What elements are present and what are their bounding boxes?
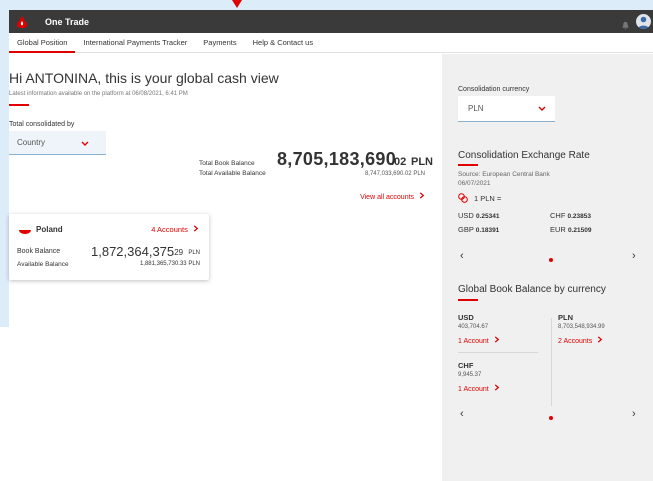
currency-usd-accounts-label: 1 Account bbox=[458, 338, 489, 345]
exchange-rate-base: 1 PLN = bbox=[474, 194, 502, 203]
nav-payments[interactable]: Payments bbox=[195, 33, 244, 52]
currency-chf-accounts-label: 1 Account bbox=[458, 386, 489, 393]
nav-global-position[interactable]: Global Position bbox=[9, 33, 76, 53]
main-nav: Global Position International Payments T… bbox=[9, 33, 653, 53]
rates-next-arrow-icon[interactable]: › bbox=[632, 250, 636, 262]
rate-usd: USD 0.25341 bbox=[458, 211, 499, 220]
chevron-right-icon bbox=[419, 192, 425, 199]
consolidation-currency-select[interactable]: PLN bbox=[458, 96, 555, 122]
title-accent-bar bbox=[9, 104, 29, 106]
card-available-balance-label: Available Balance bbox=[17, 261, 69, 268]
rates-pager-dot[interactable] bbox=[549, 258, 553, 262]
exchange-rate-source: Source: European Central Bank bbox=[458, 171, 550, 178]
chevron-down-icon bbox=[538, 106, 546, 111]
rate-chf: CHF 0.23853 bbox=[550, 211, 591, 220]
nav-help-contact[interactable]: Help & Contact us bbox=[245, 33, 321, 52]
card-accounts-label: 4 Accounts bbox=[151, 225, 188, 234]
currencies-next-arrow-icon[interactable]: › bbox=[632, 408, 636, 420]
country-card-poland[interactable]: Poland 4 Accounts Book Balance 1,872,364… bbox=[9, 214, 209, 280]
rate-chf-code: CHF bbox=[550, 211, 566, 220]
chevron-right-icon bbox=[598, 336, 603, 343]
currency-usd-accounts-link[interactable]: 1 Account bbox=[458, 336, 500, 345]
currency-pln-accounts-label: 2 Accounts bbox=[558, 338, 593, 345]
view-all-accounts-link[interactable]: View all accounts bbox=[360, 192, 425, 201]
total-book-balance-decimal: .02 bbox=[391, 156, 407, 168]
window-frame-top bbox=[0, 0, 653, 10]
card-country-name: Poland bbox=[36, 225, 63, 234]
main-content: Hi ANTONINA, this is your global cash vi… bbox=[9, 54, 441, 327]
rate-eur-value: 0.21509 bbox=[567, 227, 592, 234]
right-panel: Consolidation currency PLN Consolidation… bbox=[442, 54, 653, 481]
global-book-balance-title: Global Book Balance by currency bbox=[458, 284, 606, 295]
card-book-balance-currency: PLN bbox=[188, 250, 200, 256]
bell-icon[interactable] bbox=[621, 17, 630, 30]
currency-usd-balance: 403,704.67 bbox=[458, 324, 489, 330]
window-frame-left bbox=[0, 0, 9, 327]
rate-gbp-code: GBP bbox=[458, 225, 474, 234]
currency-pln-balance: 8,703,548,934.99 bbox=[558, 324, 605, 330]
chevron-right-icon bbox=[494, 336, 499, 343]
rate-gbp: GBP 0.18391 bbox=[458, 225, 499, 234]
rates-prev-arrow-icon[interactable]: ‹ bbox=[460, 250, 464, 262]
exchange-rate-date: 06/07/2021 bbox=[458, 180, 491, 187]
rate-eur-code: EUR bbox=[550, 225, 566, 234]
chevron-down-icon bbox=[81, 141, 89, 146]
total-by-label: Total consolidated by bbox=[9, 121, 75, 128]
rate-chf-value: 0.23853 bbox=[567, 213, 592, 220]
rate-gbp-value: 0.18391 bbox=[475, 227, 500, 234]
currency-pln-code: PLN bbox=[558, 313, 573, 322]
nav-international-payments-tracker[interactable]: International Payments Tracker bbox=[75, 33, 195, 52]
total-book-balance-currency: PLN bbox=[411, 156, 433, 168]
flame-logo-icon[interactable] bbox=[13, 13, 31, 31]
exchange-rate-title: Consolidation Exchange Rate bbox=[458, 150, 590, 161]
total-available-balance-label: Total Available Balance bbox=[199, 170, 266, 177]
currency-exchange-icon bbox=[458, 193, 468, 203]
rate-eur: EUR 0.21509 bbox=[550, 225, 591, 234]
total-book-balance-integer: 8,705,183,690 bbox=[277, 149, 397, 169]
top-bar: One Trade bbox=[9, 10, 653, 33]
total-available-balance-value: 8,747,033,690.02 PLN bbox=[364, 171, 425, 177]
currencies-pager-dot[interactable] bbox=[549, 416, 553, 420]
pointer-marker bbox=[232, 0, 242, 8]
currencies-prev-arrow-icon[interactable]: ‹ bbox=[460, 408, 464, 420]
card-available-balance-value: 1,881,365,730.33 PLN bbox=[139, 261, 200, 267]
currency-pln-accounts-link[interactable]: 2 Accounts bbox=[558, 336, 603, 345]
consolidation-currency-value: PLN bbox=[468, 104, 484, 113]
card-book-balance-decimal: .29 bbox=[172, 248, 184, 257]
card-book-balance-label: Book Balance bbox=[17, 248, 61, 255]
currency-divider-horizontal bbox=[458, 352, 538, 353]
currency-usd-code: USD bbox=[458, 313, 474, 322]
latest-info: Latest information available on the plat… bbox=[9, 91, 188, 97]
currency-divider-vertical bbox=[551, 318, 552, 406]
page-greeting: Hi ANTONINA, this is your global cash vi… bbox=[9, 70, 279, 86]
consolidation-currency-label: Consolidation currency bbox=[458, 86, 530, 93]
user-avatar-icon[interactable] bbox=[636, 14, 651, 29]
total-book-balance-label: Total Book Balance bbox=[199, 160, 255, 167]
consolidated-by-value: Country bbox=[17, 138, 46, 147]
card-book-balance-integer: 1,872,364,375 bbox=[91, 244, 175, 259]
rate-usd-code: USD bbox=[458, 211, 474, 220]
consolidated-by-select[interactable]: Country bbox=[9, 131, 106, 155]
global-book-balance-accent-bar bbox=[458, 299, 478, 301]
poland-flag-icon bbox=[19, 225, 31, 234]
view-all-accounts-label: View all accounts bbox=[360, 194, 415, 201]
currency-chf-balance: 9,945.37 bbox=[458, 372, 482, 378]
chevron-right-icon bbox=[494, 384, 499, 391]
card-accounts-link[interactable]: 4 Accounts bbox=[151, 225, 199, 234]
currency-chf-code: CHF bbox=[458, 361, 474, 370]
exchange-rate-accent-bar bbox=[458, 164, 478, 166]
currency-chf-accounts-link[interactable]: 1 Account bbox=[458, 384, 500, 393]
app-title: One Trade bbox=[45, 16, 90, 27]
rate-usd-value: 0.25341 bbox=[475, 213, 500, 220]
card-country: Poland bbox=[19, 225, 63, 234]
chevron-right-icon bbox=[193, 225, 199, 232]
